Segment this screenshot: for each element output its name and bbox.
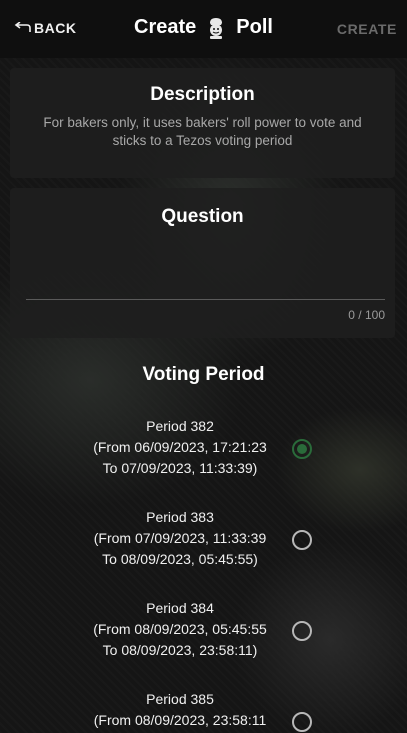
character-counter: 0 / 100: [348, 308, 385, 322]
baker-logo-icon: [210, 17, 223, 39]
period-title: Period 384: [146, 600, 214, 616]
description-text: For bakers only, it uses bakers' roll po…: [43, 115, 362, 148]
period-option-384[interactable]: Period 384 (From 08/09/2023, 05:45:55 To…: [40, 598, 320, 661]
period-title: Period 382: [146, 418, 214, 434]
period-to: To 08/09/2023, 23:58:11): [102, 642, 258, 658]
description-card: Description For bakers only, it uses bak…: [10, 68, 395, 178]
period-to: To 07/09/2023, 11:33:39): [102, 460, 258, 476]
period-option-383[interactable]: Period 383 (From 07/09/2023, 11:33:39 To…: [40, 507, 320, 570]
question-input[interactable]: [26, 248, 385, 300]
period-from: (From 07/09/2023, 11:33:39: [93, 530, 267, 546]
description-heading: Description: [150, 84, 255, 105]
period-option-382[interactable]: Period 382 (From 06/09/2023, 17:21:23 To…: [40, 416, 320, 479]
voting-period-heading: Voting Period: [142, 364, 265, 385]
period-383-radio[interactable]: [292, 530, 312, 550]
period-title: Period 385: [146, 691, 214, 707]
period-382-radio[interactable]: [292, 439, 312, 459]
app-header: BACK Create Poll CREATE: [0, 0, 407, 58]
create-button[interactable]: CREATE: [337, 21, 397, 37]
title-poll: Poll: [236, 16, 273, 38]
period-385-radio[interactable]: [292, 712, 312, 732]
period-from: (From 06/09/2023, 17:21:23: [93, 439, 267, 455]
period-384-radio[interactable]: [292, 621, 312, 641]
title-create: Create: [134, 16, 197, 38]
question-heading: Question: [161, 206, 244, 227]
period-from: (From 08/09/2023, 05:45:55: [93, 621, 267, 637]
period-title: Period 383: [146, 509, 214, 525]
period-to: To 08/09/2023, 05:45:55): [102, 551, 258, 567]
period-option-385[interactable]: Period 385 (From 08/09/2023, 23:58:11: [40, 689, 320, 731]
period-from: (From 08/09/2023, 23:58:11: [93, 712, 267, 728]
question-card: Question 0 / 100: [10, 188, 395, 338]
